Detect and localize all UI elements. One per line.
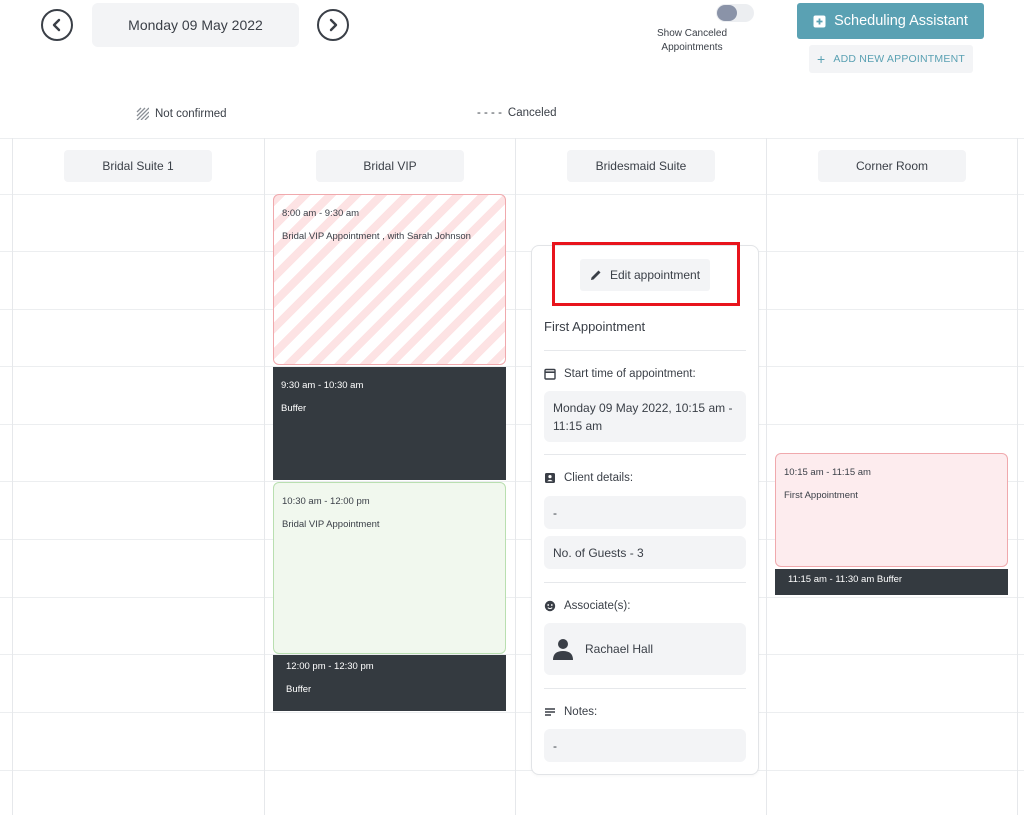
column-header-bridal-suite-1: Bridal Suite 1 <box>64 150 212 182</box>
buffer-block[interactable]: 12:00 pm - 12:30 pm Buffer <box>273 655 506 711</box>
associates-label: Associate(s): <box>544 600 630 612</box>
edit-appointment-button[interactable]: Edit appointment <box>580 259 710 291</box>
client-details-label: Client details: <box>544 472 633 484</box>
column-header-bridal-vip: Bridal VIP <box>316 150 464 182</box>
person-icon <box>553 639 573 660</box>
legend-canceled: - - - - Canceled <box>477 107 557 119</box>
column-header-bridesmaid-suite: Bridesmaid Suite <box>567 150 715 182</box>
scheduling-assistant-button[interactable]: Scheduling Assistant <box>797 3 984 39</box>
buffer-block[interactable]: 11:15 am - 11:30 am Buffer <box>775 569 1008 595</box>
guests-count: No. of Guests - 3 <box>544 536 746 569</box>
associate-face-icon <box>544 600 556 612</box>
start-time-label: Start time of appointment: <box>544 368 696 380</box>
appointment-details-popup: Edit appointment First Appointment Start… <box>531 245 759 775</box>
notes-lines-icon <box>545 708 555 716</box>
appointment-card[interactable]: 10:15 am - 11:15 am First Appointment <box>775 453 1008 567</box>
calendar-plus-icon <box>813 15 826 27</box>
associate-name: Rachael Hall <box>585 642 654 656</box>
legend-not-confirmed: Not confirmed <box>136 107 227 120</box>
notes-value: - <box>544 729 746 762</box>
prev-day-button[interactable] <box>41 9 73 41</box>
appointment-card[interactable]: 8:00 am - 9:30 am Bridal VIP Appointment… <box>273 194 506 365</box>
show-canceled-toggle[interactable] <box>716 4 754 22</box>
show-canceled-label: Show Canceled Appointments <box>656 28 728 53</box>
notes-label: Notes: <box>544 706 597 718</box>
striped-pattern-icon <box>136 107 149 120</box>
current-date[interactable]: Monday 09 May 2022 <box>92 3 299 47</box>
appointment-title: First Appointment <box>544 319 646 334</box>
next-day-button[interactable] <box>317 9 349 41</box>
start-time-value: Monday 09 May 2022, 10:15 am - 11:15 am <box>544 391 746 442</box>
contact-card-icon <box>545 473 555 483</box>
plus-icon: + <box>817 51 826 67</box>
pencil-icon <box>590 270 601 280</box>
associate-item: Rachael Hall <box>544 623 746 675</box>
chevron-right-icon <box>329 18 338 32</box>
appointment-card[interactable]: 10:30 am - 12:00 pm Bridal VIP Appointme… <box>273 482 506 654</box>
buffer-block[interactable]: 9:30 am - 10:30 am Buffer <box>273 367 506 480</box>
add-new-appointment-button[interactable]: + ADD NEW APPOINTMENT <box>809 45 973 73</box>
calendar-icon <box>544 368 556 380</box>
client-details-value: - <box>544 496 746 529</box>
column-header-corner-room: Corner Room <box>818 150 966 182</box>
chevron-left-icon <box>52 18 61 32</box>
